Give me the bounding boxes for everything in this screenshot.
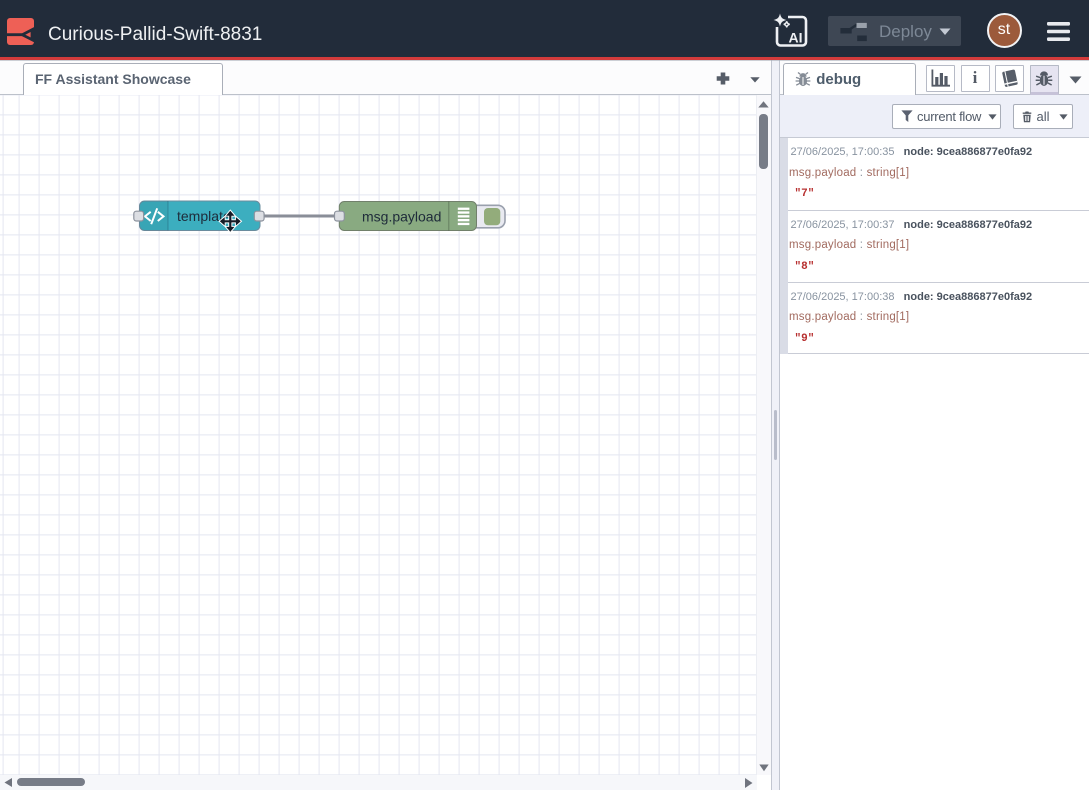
svg-text:msg.payload: msg.payload — [362, 209, 441, 225]
svg-text:AI: AI — [789, 30, 803, 46]
